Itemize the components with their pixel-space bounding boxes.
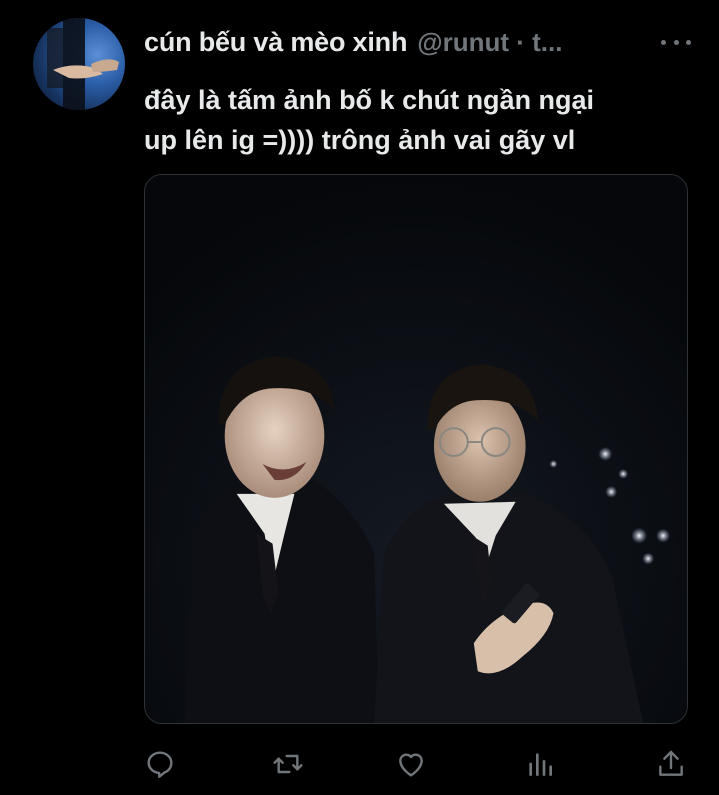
photo-image (145, 175, 687, 723)
tweet-text: đây là tấm ảnh bố k chút ngần ngại up lê… (144, 80, 704, 160)
heart-icon[interactable] (391, 744, 431, 784)
views-bar-chart-icon[interactable] (520, 744, 560, 784)
tweet-text-line: up lên ig =)))) trông ảnh vai gãy vl (144, 125, 576, 155)
tweet-header: cún bếu và mèo xinh @runut · t... (144, 24, 691, 60)
retweet-icon[interactable] (268, 744, 308, 784)
tweet-text-line: đây là tấm ảnh bố k chút ngần ngại (144, 85, 595, 115)
avatar[interactable] (33, 18, 125, 110)
tweet: cún bếu và mèo xinh @runut · t... đây là… (0, 0, 719, 795)
share-upload-icon[interactable] (651, 744, 691, 784)
reply-bubble-icon[interactable] (140, 744, 180, 784)
avatar-image (47, 18, 119, 110)
display-name[interactable]: cún bếu và mèo xinh (144, 27, 407, 58)
tweet-photo[interactable] (144, 174, 688, 724)
user-handle[interactable]: @runut · t... (417, 27, 562, 58)
tweet-actions (144, 744, 689, 786)
more-dots-icon[interactable] (661, 30, 691, 54)
